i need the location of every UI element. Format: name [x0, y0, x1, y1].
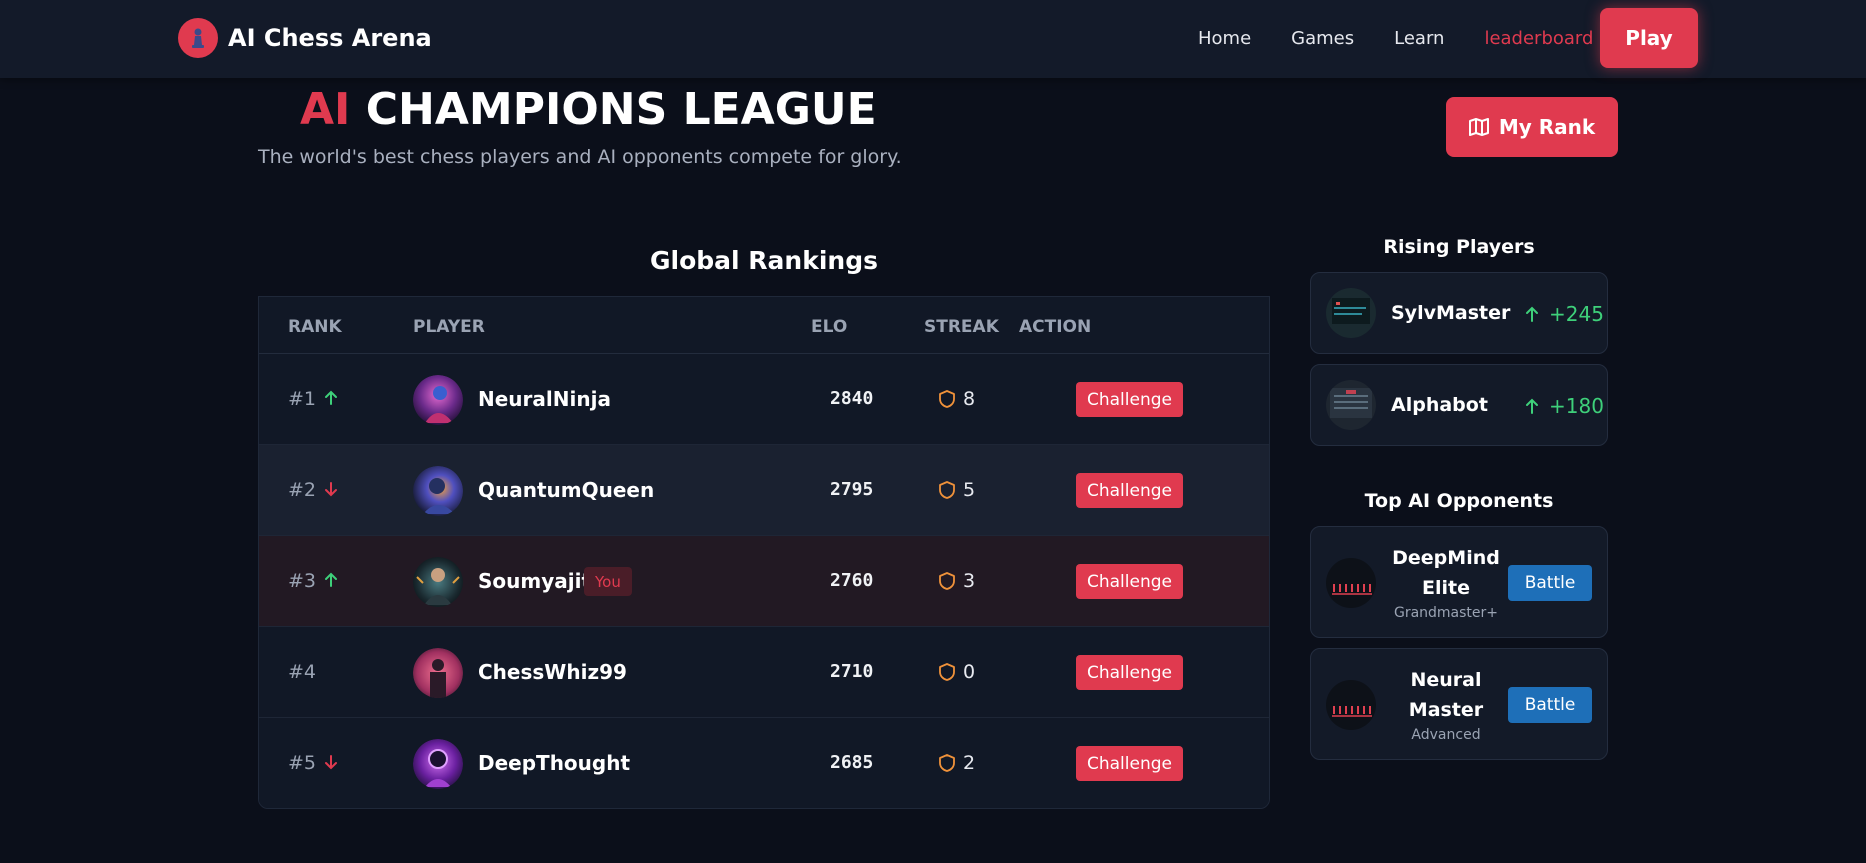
player-name: SylvMaster [1391, 302, 1511, 324]
player-name[interactable]: ChessWhiz99 [478, 660, 627, 684]
streak: 3 [939, 570, 975, 592]
shield-icon [939, 572, 955, 590]
col-player: PLAYER [413, 317, 485, 337]
ai-thumbnail [1326, 558, 1376, 608]
avatar [413, 648, 463, 698]
map-icon [1468, 118, 1489, 136]
page-title-accent: AI [300, 84, 351, 135]
elo-value: 2760 [830, 570, 874, 591]
arrow-up-icon [1526, 306, 1538, 322]
rankings-title: Global Rankings [650, 246, 878, 275]
streak: 0 [939, 661, 975, 683]
ai-name: Neural Master [1408, 669, 1484, 721]
table-header: RANK PLAYER ELO STREAK ACTION [259, 297, 1269, 354]
elo-gain-value: +180 [1549, 394, 1604, 418]
play-button[interactable]: Play [1600, 8, 1698, 68]
challenge-button[interactable]: Challenge [1076, 382, 1183, 417]
elo-gain: +180 [1525, 394, 1604, 418]
avatar [413, 466, 463, 516]
streak-value: 2 [963, 752, 976, 774]
ai-opponent-card: DeepMind Elite Grandmaster+ Battle [1310, 526, 1608, 638]
table-row: #4 ChessWhiz99 2710 0 Challenge [259, 627, 1269, 718]
avatar [413, 375, 463, 425]
rising-players-title: Rising Players [1383, 236, 1535, 258]
arrow-down-icon [325, 755, 337, 770]
streak-value: 8 [963, 388, 976, 410]
shield-icon [939, 663, 955, 681]
ai-level: Grandmaster+ [1393, 605, 1499, 621]
top-nav: AI Chess Arena Home Games Learn leaderbo… [0, 0, 1866, 78]
page-title: AI CHAMPIONS LEAGUE [300, 84, 877, 135]
arrow-up-icon [1526, 398, 1538, 414]
streak-value: 0 [963, 661, 976, 683]
nav-link-home[interactable]: Home [1198, 28, 1251, 49]
player-name[interactable]: Soumyajit [478, 569, 591, 593]
rankings-table: RANK PLAYER ELO STREAK ACTION #1 NeuralN… [258, 296, 1270, 809]
rising-player-card[interactable]: Alphabot +180 [1310, 364, 1608, 446]
table-row-current-user: #3 Soumyajit You 2760 3 Challenge [259, 536, 1269, 627]
player-name[interactable]: QuantumQueen [478, 478, 654, 502]
nav-link-leaderboard[interactable]: leaderboard [1484, 28, 1593, 49]
nav-link-games[interactable]: Games [1291, 28, 1354, 49]
brand[interactable]: AI Chess Arena [178, 18, 432, 58]
challenge-button[interactable]: Challenge [1076, 655, 1183, 690]
elo-value: 2685 [830, 752, 874, 773]
streak: 8 [939, 388, 975, 410]
challenge-button[interactable]: Challenge [1076, 473, 1183, 508]
elo-value: 2795 [830, 479, 874, 500]
col-action: ACTION [1019, 317, 1092, 337]
challenge-button[interactable]: Challenge [1076, 564, 1183, 599]
you-badge: You [584, 567, 632, 596]
table-row: #1 NeuralNinja 2840 8 Challenge [259, 354, 1269, 445]
brand-name: AI Chess Arena [228, 24, 432, 52]
streak-value: 3 [963, 570, 976, 592]
player-thumbnail [1326, 288, 1376, 338]
my-rank-label: My Rank [1498, 115, 1596, 139]
battle-button[interactable]: Battle [1508, 565, 1592, 601]
player-name: Alphabot [1391, 394, 1488, 416]
table-row: #5 DeepThought 2685 2 Challenge [259, 718, 1269, 808]
rank-number: #5 [288, 752, 317, 774]
elo-gain-value: +245 [1549, 302, 1604, 326]
arrow-down-icon [325, 482, 337, 497]
nav-link-learn[interactable]: Learn [1394, 28, 1444, 49]
ai-thumbnail [1326, 680, 1376, 730]
ai-level: Advanced [1411, 727, 1481, 743]
shield-icon [939, 754, 955, 772]
ai-opponents-title: Top AI Opponents [1364, 490, 1554, 512]
col-rank: RANK [288, 317, 342, 337]
my-rank-button[interactable]: My Rank [1446, 97, 1618, 157]
shield-icon [939, 390, 955, 408]
rank-number: #1 [288, 388, 317, 410]
avatar [413, 557, 463, 607]
page-subtitle: The world's best chess players and AI op… [258, 146, 902, 168]
chess-pawn-icon [178, 18, 218, 58]
streak-value: 5 [963, 479, 976, 501]
ai-name: DeepMind Elite [1392, 547, 1500, 599]
arrow-up-icon [325, 390, 337, 405]
player-name[interactable]: NeuralNinja [478, 387, 611, 411]
shield-icon [939, 481, 955, 499]
rank-number: #3 [288, 570, 317, 592]
rank-number: #2 [288, 479, 317, 501]
nav-links: Home Games Learn leaderboard [1198, 28, 1633, 49]
rank-number: #4 [288, 661, 317, 683]
page-title-rest: CHAMPIONS LEAGUE [365, 84, 877, 135]
avatar [413, 739, 463, 789]
table-row: #2 QuantumQueen 2795 5 Challenge [259, 445, 1269, 536]
streak: 2 [939, 752, 975, 774]
rising-player-card[interactable]: SylvMaster +245 [1310, 272, 1608, 354]
arrow-up-icon [325, 572, 337, 587]
ai-opponent-card: Neural Master Advanced Battle [1310, 648, 1608, 760]
player-thumbnail [1326, 380, 1376, 430]
elo-value: 2840 [830, 388, 874, 409]
streak: 5 [939, 479, 975, 501]
challenge-button[interactable]: Challenge [1076, 746, 1183, 781]
col-elo: ELO [811, 317, 848, 337]
player-name[interactable]: DeepThought [478, 751, 630, 775]
elo-gain: +245 [1525, 302, 1604, 326]
battle-button[interactable]: Battle [1508, 687, 1592, 723]
elo-value: 2710 [830, 661, 874, 682]
col-streak: STREAK [924, 317, 999, 337]
